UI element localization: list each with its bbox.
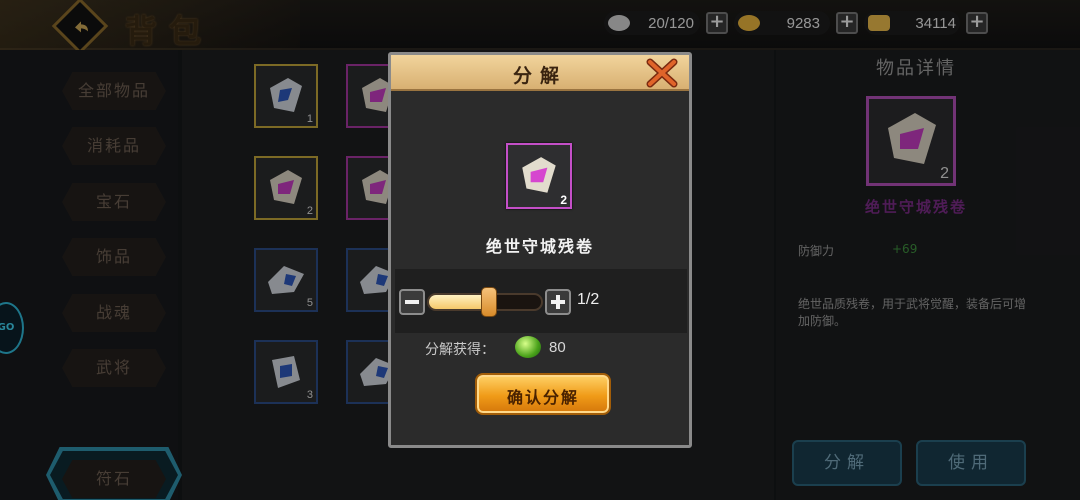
increase-quantity-button[interactable] — [545, 289, 571, 315]
quantity-selector: 1/2 — [395, 269, 687, 333]
decrease-quantity-button[interactable] — [399, 289, 425, 315]
quantity-slider-fill — [429, 295, 485, 309]
reward-label: 分解获得： — [425, 342, 495, 358]
confirm-decompose-label: 确认分解 — [506, 388, 579, 407]
dialog-item-slot: 2 — [506, 143, 572, 209]
decompose-dialog: 分解 2 绝世守城残卷 1/2 分解获得： 80 确认分解 — [388, 52, 692, 448]
reward-value: 80 — [549, 339, 566, 356]
confirm-decompose-button[interactable]: 确认分解 — [475, 373, 611, 415]
quantity-value: 1/2 — [577, 291, 600, 308]
green-orb-icon — [515, 336, 541, 358]
dialog-header: 分解 — [391, 55, 689, 91]
purple-scroll-fragment-icon — [522, 157, 556, 193]
quantity-slider-handle[interactable] — [481, 287, 497, 317]
close-icon[interactable] — [645, 57, 679, 89]
dialog-item-name: 绝世守城残卷 — [485, 237, 594, 256]
